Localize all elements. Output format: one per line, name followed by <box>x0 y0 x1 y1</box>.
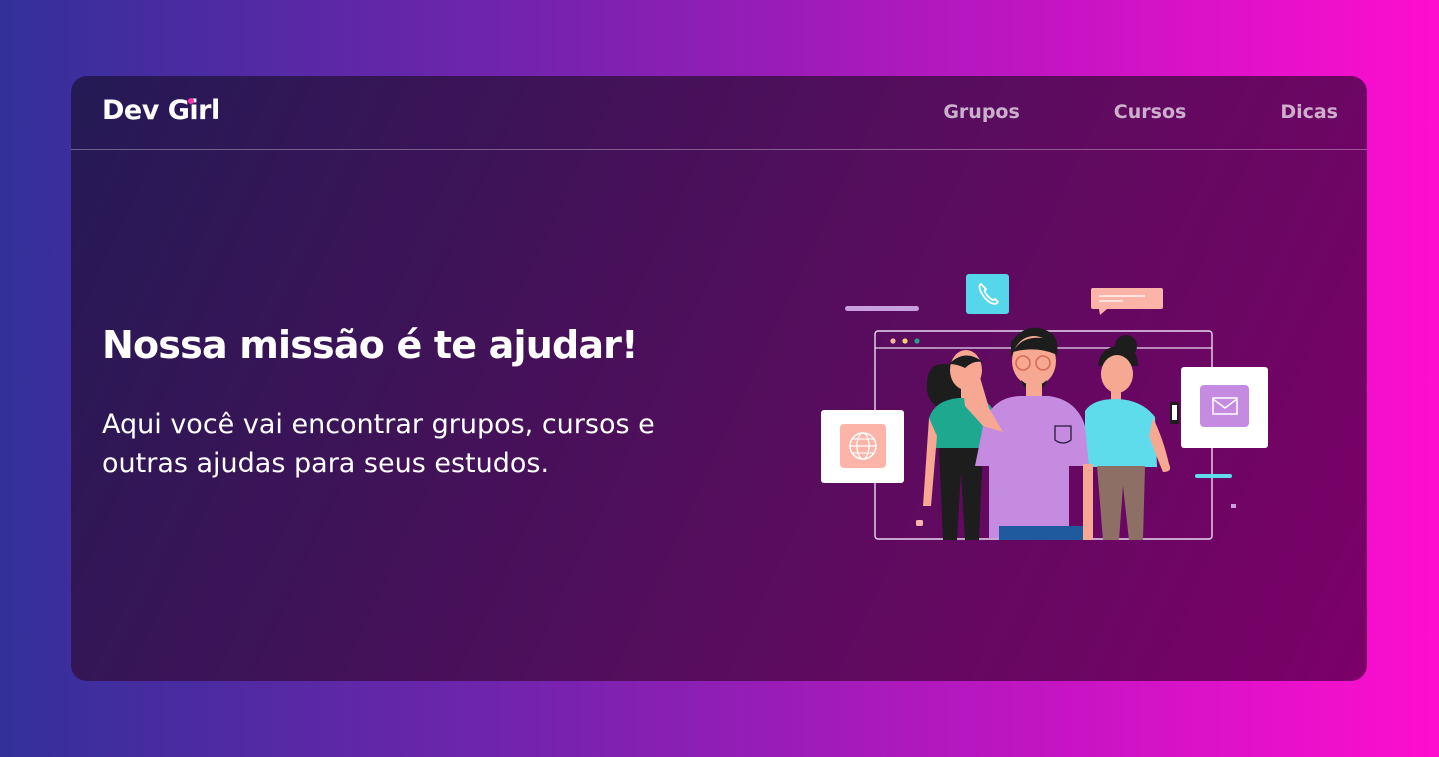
brand-dot-icon <box>188 98 194 104</box>
phone-icon <box>966 274 1009 314</box>
brand-logo[interactable]: Dev Girl <box>102 95 220 126</box>
main-nav: Grupos Cursos Dicas <box>943 101 1338 123</box>
globe-icon <box>821 410 904 483</box>
nav-link-grupos[interactable]: Grupos <box>943 101 1019 123</box>
hero-card: Dev Girl Grupos Cursos Dicas Nossa missã… <box>71 76 1367 681</box>
hero-title: Nossa missão é te ajudar! <box>102 323 638 367</box>
nav-link-cursos[interactable]: Cursos <box>1114 101 1187 123</box>
nav-link-dicas[interactable]: Dicas <box>1280 101 1338 123</box>
site-header: Dev Girl Grupos Cursos Dicas <box>71 76 1367 150</box>
chat-bubble-icon <box>1091 288 1163 315</box>
brand-text: Dev Girl <box>102 95 220 126</box>
person-right-illustration <box>1085 335 1179 540</box>
hero-subtitle: Aqui você vai encontrar grupos, cursos e… <box>102 409 655 479</box>
mail-icon <box>1181 367 1268 448</box>
person-center-illustration <box>963 327 1093 540</box>
team-illustration <box>821 274 1268 540</box>
